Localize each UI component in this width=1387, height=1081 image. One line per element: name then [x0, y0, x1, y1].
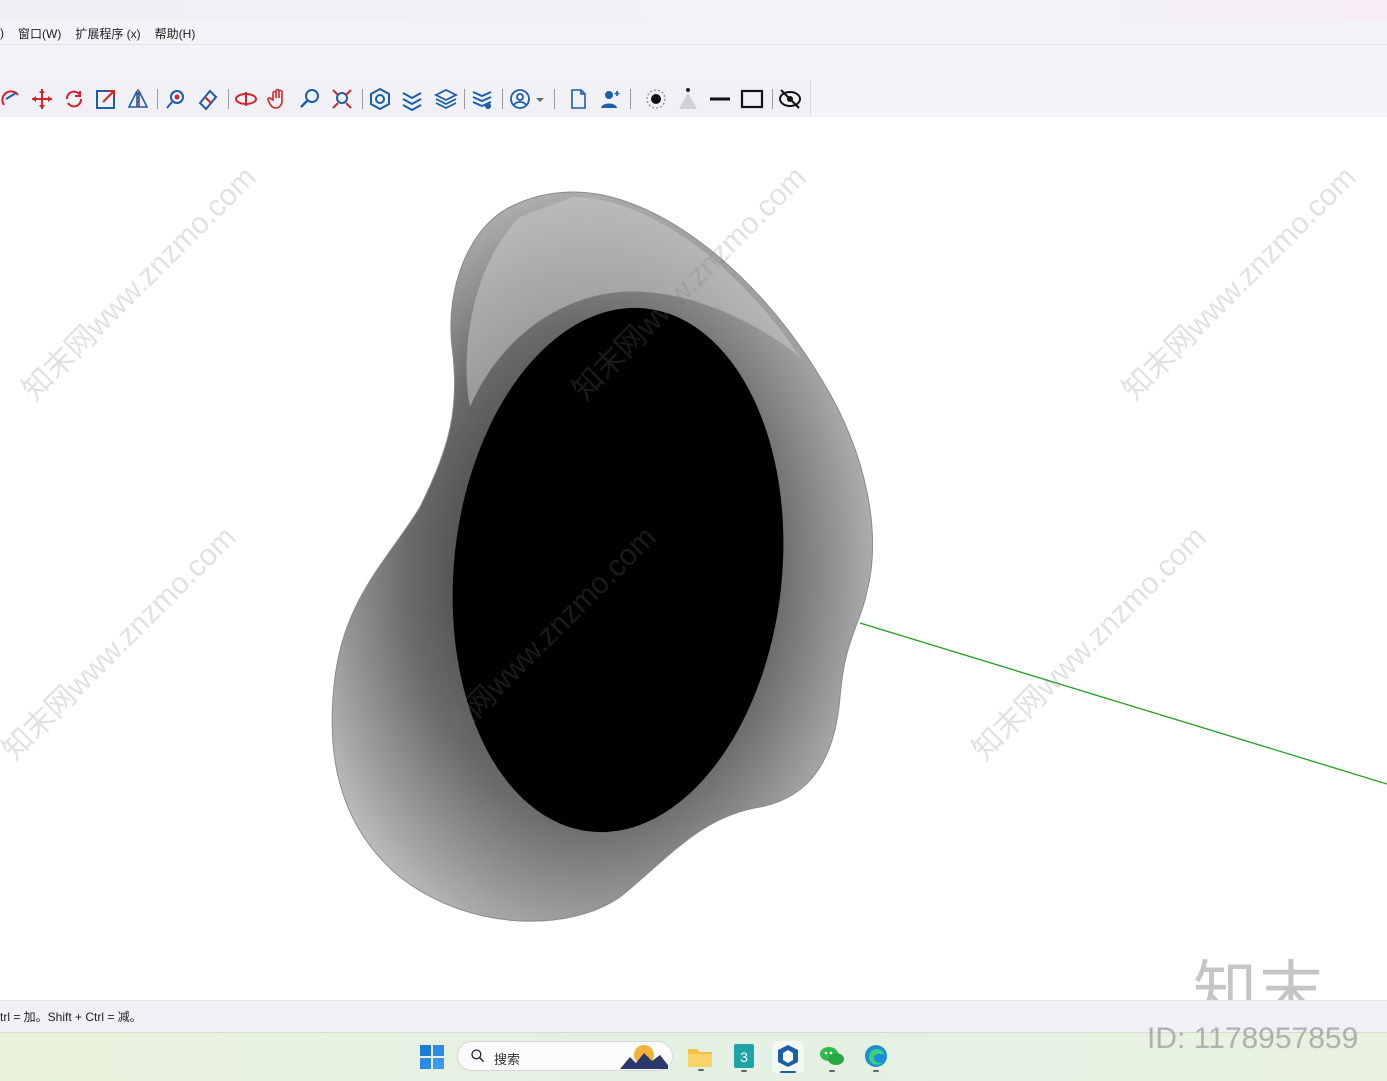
shadow-toggle-icon[interactable] — [644, 87, 668, 111]
status-text: trl = 加。Shift + Ctrl = 减。 — [0, 1010, 142, 1024]
toolbar-separator — [362, 89, 363, 109]
edge-icon[interactable] — [860, 1041, 892, 1073]
fog-icon[interactable] — [676, 87, 700, 111]
search-placeholder: 搜索 — [494, 1052, 521, 1067]
hide-icon[interactable] — [778, 87, 802, 111]
new-document-icon[interactable] — [566, 87, 590, 111]
toolbar-separator — [228, 89, 229, 109]
toolbar-separator — [630, 89, 631, 109]
menu-item-partial[interactable]: ) — [0, 26, 4, 40]
follow-me-icon[interactable] — [0, 87, 24, 111]
model-canvas — [331, 191, 1387, 922]
menu-item-extensions[interactable]: 扩展程序 (x) — [75, 25, 140, 42]
title-bar — [0, 0, 1387, 22]
zoom-extents-icon[interactable] — [330, 87, 354, 111]
line-style-icon[interactable] — [708, 87, 732, 111]
toolbar-separator — [772, 89, 773, 109]
toolbar-area — [0, 45, 1387, 117]
add-user-icon[interactable] — [598, 87, 622, 111]
menu-item-window[interactable]: 窗口(W) — [18, 25, 61, 42]
search-icon — [471, 1049, 485, 1063]
search-highlight-icon — [620, 1045, 668, 1069]
sketchup-icon[interactable] — [772, 1041, 804, 1073]
toolbar-separator — [464, 89, 465, 109]
model-viewport[interactable]: 知末网www.znzmo.com 知末网www.znzmo.com 知末网www… — [0, 117, 1387, 1000]
sandbox-icon[interactable] — [400, 87, 424, 111]
taskbar-search-box[interactable]: 搜索 — [457, 1041, 673, 1071]
solid-tools-icon[interactable] — [368, 87, 392, 111]
pan-hand-icon[interactable] — [266, 87, 290, 111]
styles-icon[interactable] — [470, 87, 494, 111]
svg-text:3: 3 — [740, 1049, 748, 1065]
move-icon[interactable] — [30, 87, 54, 111]
3dsmax-icon[interactable]: 3 — [728, 1041, 760, 1073]
paint-bucket-icon[interactable] — [164, 87, 188, 111]
wechat-icon[interactable] — [816, 1041, 848, 1073]
flip-icon[interactable] — [126, 87, 150, 111]
menu-item-help[interactable]: 帮助(H) — [155, 25, 196, 42]
toolbar — [0, 80, 811, 116]
chevron-down-icon[interactable] — [534, 87, 546, 111]
menu-bar: ) 窗口(W) 扩展程序 (x) 帮助(H) — [0, 22, 1387, 45]
watermark-id: ID: 1178957859 — [1147, 1022, 1359, 1055]
windows-start-icon[interactable] — [416, 1041, 448, 1073]
file-explorer-icon[interactable] — [684, 1041, 716, 1073]
toolbar-separator — [502, 89, 503, 109]
layers-icon[interactable] — [434, 87, 458, 111]
user-account-icon[interactable] — [508, 87, 532, 111]
scale-icon[interactable] — [94, 87, 118, 111]
rectangle-icon[interactable] — [740, 87, 764, 111]
toolbar-separator — [554, 89, 555, 109]
position-camera-icon[interactable] — [234, 87, 258, 111]
toolbar-separator — [157, 89, 158, 109]
zoom-icon[interactable] — [298, 87, 322, 111]
eraser-icon[interactable] — [196, 87, 220, 111]
axis-green-line — [859, 622, 1387, 785]
rotate-icon[interactable] — [62, 87, 86, 111]
